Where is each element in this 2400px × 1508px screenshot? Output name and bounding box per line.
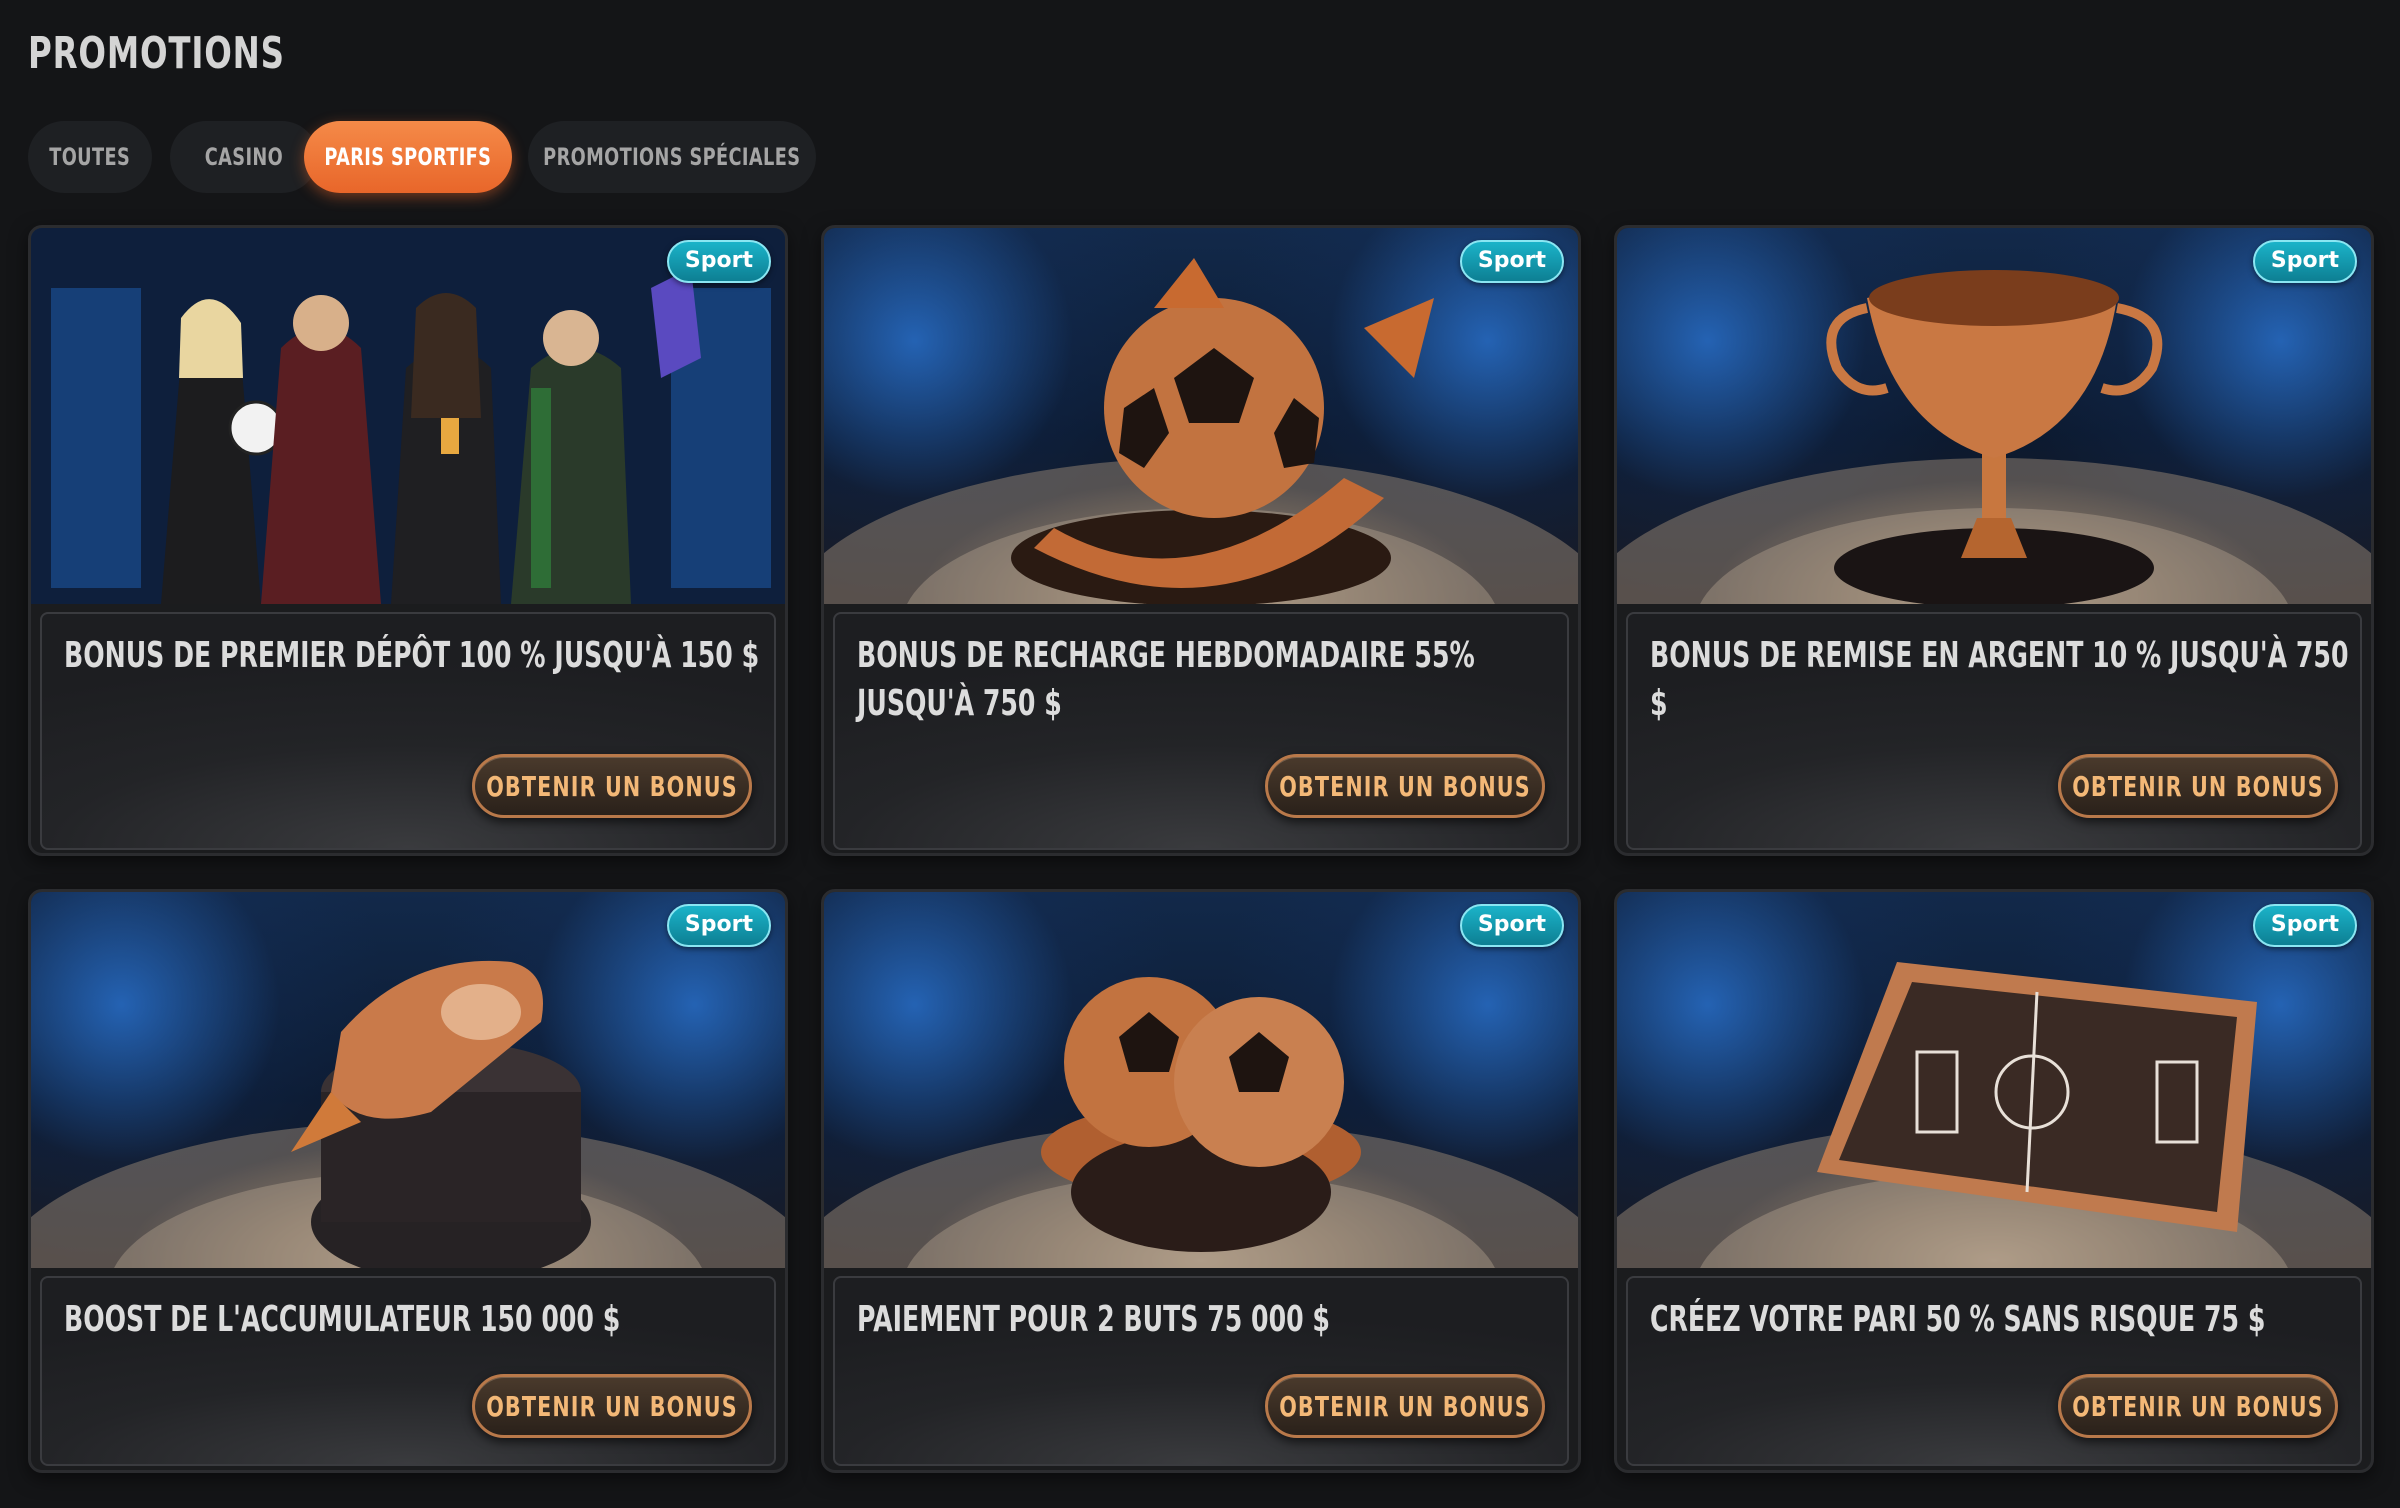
promo-title: BONUS DE REMISE EN ARGENT 10 % JUSQU'À 7… [1650, 635, 2349, 724]
two-footballs-image: Sport [824, 892, 1578, 1268]
tactics-board-image: Sport [1617, 892, 2371, 1268]
tab-promotions-speciales[interactable]: PROMOTIONS SPÉCIALES [528, 121, 816, 193]
tab-label: TOUTES [49, 143, 131, 171]
football-boot-image: Sport [31, 892, 785, 1268]
promo-card[interactable]: Sport BONUS DE RECHARGE HEBDOMADAIRE 55%… [821, 225, 1581, 856]
get-bonus-button[interactable]: OBTENIR UN BONUS [1265, 754, 1545, 818]
trophy-cup-image: Sport [1617, 228, 2371, 604]
tab-paris-sportifs[interactable]: PARIS SPORTIFS [304, 121, 512, 193]
sport-badge: Sport [1459, 904, 1564, 947]
promo-title: BONUS DE PREMIER DÉPÔT 100 % JUSQU'À 150… [64, 635, 760, 676]
card-body: BOOST DE L'ACCUMULATEUR 150 000 $ OBTENI… [40, 1276, 776, 1466]
promo-card[interactable]: Sport CRÉEZ VOTRE PARI 50 % SANS RISQUE … [1614, 889, 2374, 1473]
tab-label: CASINO [204, 143, 284, 171]
button-label: OBTENIR UN BONUS [1279, 1389, 1531, 1423]
card-body: BONUS DE RECHARGE HEBDOMADAIRE 55% JUSQU… [833, 612, 1569, 850]
promo-title: BOOST DE L'ACCUMULATEUR 150 000 $ [64, 1299, 621, 1340]
button-label: OBTENIR UN BONUS [2072, 769, 2324, 803]
tab-toutes[interactable]: TOUTES [28, 121, 152, 193]
sport-badge: Sport [666, 904, 771, 947]
card-body: PAIEMENT POUR 2 BUTS 75 000 $ OBTENIR UN… [833, 1276, 1569, 1466]
tab-casino[interactable]: CASINO [170, 121, 318, 193]
button-label: OBTENIR UN BONUS [486, 769, 738, 803]
sport-badge: Sport [666, 240, 771, 283]
button-label: OBTENIR UN BONUS [1279, 769, 1531, 803]
button-label: OBTENIR UN BONUS [2072, 1389, 2324, 1423]
get-bonus-button[interactable]: OBTENIR UN BONUS [2058, 754, 2338, 818]
sport-badge: Sport [2252, 904, 2357, 947]
promo-title: CRÉEZ VOTRE PARI 50 % SANS RISQUE 75 $ [1650, 1299, 2266, 1340]
get-bonus-button[interactable]: OBTENIR UN BONUS [2058, 1374, 2338, 1438]
promo-title: BONUS DE RECHARGE HEBDOMADAIRE 55% JUSQU… [857, 635, 1475, 724]
get-bonus-button[interactable]: OBTENIR UN BONUS [472, 1374, 752, 1438]
promo-card[interactable]: Sport PAIEMENT POUR 2 BUTS 75 000 $ OBTE… [821, 889, 1581, 1473]
get-bonus-button[interactable]: OBTENIR UN BONUS [1265, 1374, 1545, 1438]
tab-label: PROMOTIONS SPÉCIALES [543, 143, 801, 171]
page-title: PROMOTIONS [28, 28, 285, 79]
card-body: CRÉEZ VOTRE PARI 50 % SANS RISQUE 75 $ O… [1626, 1276, 2362, 1466]
fans-celebrating-image: Sport [31, 228, 785, 604]
promo-title: PAIEMENT POUR 2 BUTS 75 000 $ [857, 1299, 1330, 1340]
promo-card[interactable]: Sport BONUS DE REMISE EN ARGENT 10 % JUS… [1614, 225, 2374, 856]
promo-card[interactable]: Sport BONUS DE PREMIER DÉPÔT 100 % JUSQU… [28, 225, 788, 856]
sport-badge: Sport [1459, 240, 1564, 283]
card-body: BONUS DE REMISE EN ARGENT 10 % JUSQU'À 7… [1626, 612, 2362, 850]
get-bonus-button[interactable]: OBTENIR UN BONUS [472, 754, 752, 818]
tab-label: PARIS SPORTIFS [324, 143, 492, 171]
promotions-page: PROMOTIONS TOUTES CASINO PARIS SPORTIFS … [0, 0, 2400, 1508]
sport-badge: Sport [2252, 240, 2357, 283]
promo-card[interactable]: Sport BOOST DE L'ACCUMULATEUR 150 000 $ … [28, 889, 788, 1473]
football-reload-image: Sport [824, 228, 1578, 604]
button-label: OBTENIR UN BONUS [486, 1389, 738, 1423]
card-body: BONUS DE PREMIER DÉPÔT 100 % JUSQU'À 150… [40, 612, 776, 850]
